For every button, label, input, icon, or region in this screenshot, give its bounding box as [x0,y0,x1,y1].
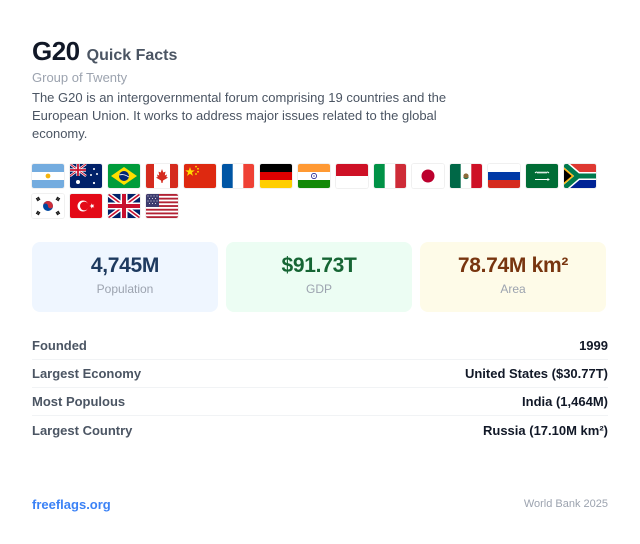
population-value: 4,745M [90,254,160,277]
fact-value: United States ($30.77T) [464,366,608,381]
fact-value: 1999 [579,338,608,353]
japan-flag [412,164,444,188]
population-label: Population [96,282,154,296]
fact-row-most-populous: Most Populous India (1,464M) [32,388,608,416]
fact-row-founded: Founded 1999 [32,332,608,360]
germany-flag [260,164,292,188]
gdp-value: $91.73T [281,254,357,277]
fact-value: India (1,464M) [522,394,608,409]
russia-flag [488,164,520,188]
france-flag [222,164,254,188]
page-title: G20 Quick Facts [32,36,177,67]
population-card: 4,745M Population [32,242,218,312]
saudi-arabia-flag [526,164,558,188]
source-link[interactable]: freeflags.org [32,497,111,512]
fact-value: Russia (17.10M km²) [483,422,608,438]
united-states-flag [146,194,178,218]
fact-key: Founded [32,338,87,353]
title-suffix: Quick Facts [86,47,178,64]
area-card: 78.74M km² Area [420,242,606,312]
fact-key: Most Populous [32,394,126,409]
gdp-label: GDP [305,282,332,296]
argentina-flag [32,164,64,188]
mexico-flag [450,164,482,188]
canada-flag [146,164,178,188]
facts-table: Founded 1999 Largest Economy United Stat… [32,332,608,444]
india-flag [298,164,330,188]
turkey-flag [70,194,102,218]
gdp-card: $91.73T GDP [226,242,412,312]
italy-flag [374,164,406,188]
data-source-note: World Bank 2025 [523,498,608,510]
description: The G20 is an intergovernmental forum co… [32,90,447,141]
south-africa-flag [564,164,596,188]
flag-list [32,164,612,218]
stats-row: 4,745M Population $91.73T GDP 78.74M km²… [32,242,606,312]
united-kingdom-flag [108,194,140,218]
title-main: G20 [32,36,80,66]
fact-row-largest-country: Largest Country Russia (17.10M km²) [32,416,608,444]
south-korea-flag [32,194,64,218]
australia-flag [70,164,102,188]
subtitle: Group of Twenty [32,70,128,85]
fact-key: Largest Country [32,422,133,438]
indonesia-flag [336,164,368,188]
china-flag [184,164,216,188]
fact-row-largest-economy: Largest Economy United States ($30.77T) [32,360,608,388]
area-label: Area [500,282,526,296]
brazil-flag [108,164,140,188]
area-value: 78.74M km² [457,254,569,277]
fact-key: Largest Economy [32,366,142,381]
